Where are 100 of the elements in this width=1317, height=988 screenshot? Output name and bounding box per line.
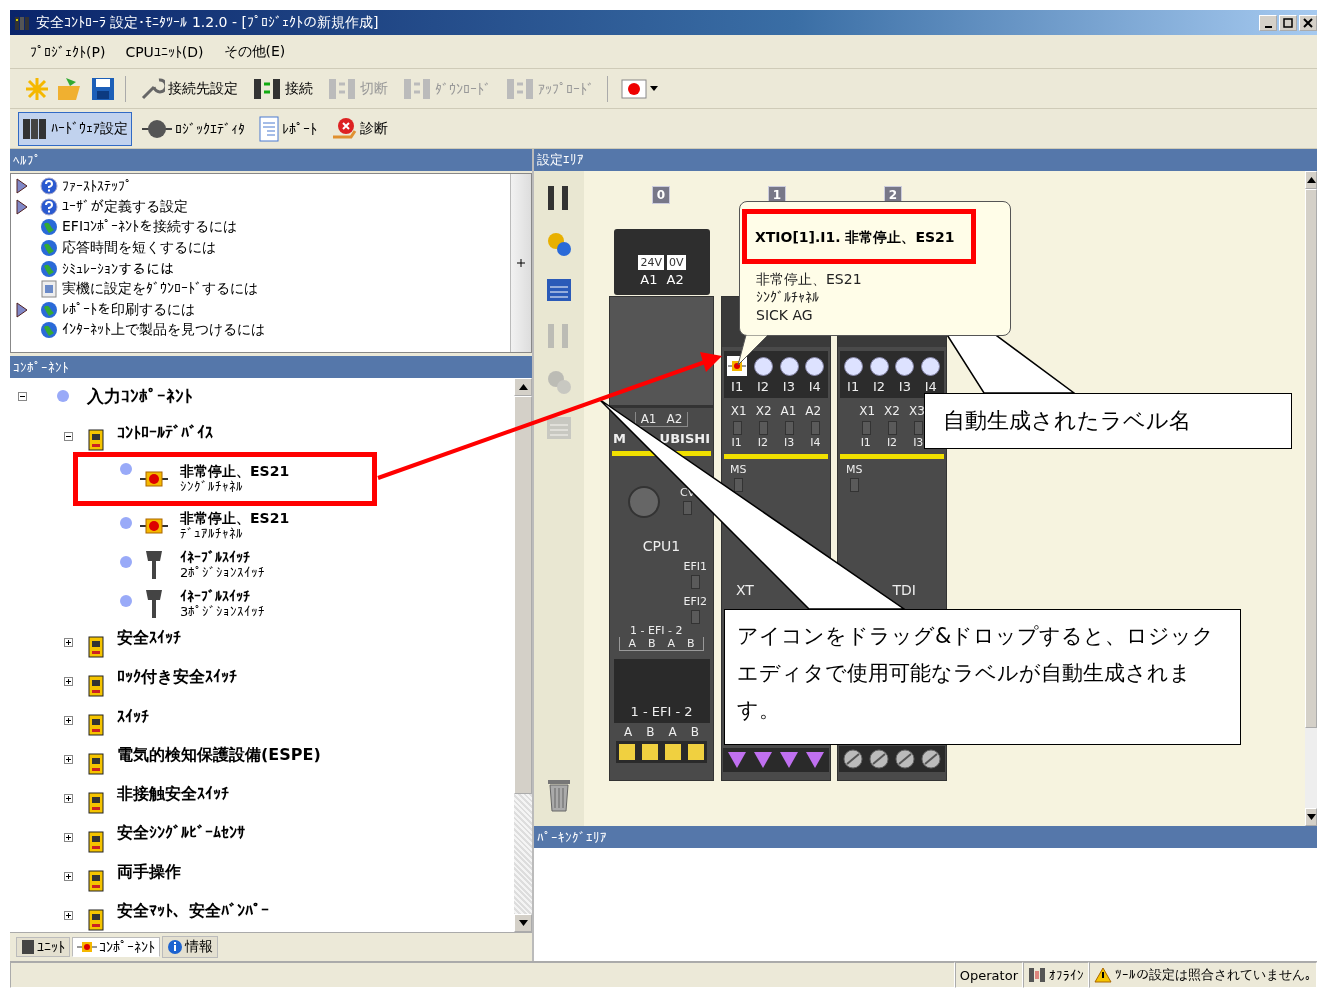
help-link[interactable]: ﾕｰｻﾞが定義する設定 [62,197,188,216]
emergency-stop-icon[interactable] [727,356,748,376]
panel-header: 設定ｴﾘｱ [534,149,1317,171]
input-label: I2 [756,379,770,394]
input-slot-icon[interactable] [895,356,915,376]
led-icon [810,421,820,435]
panel-tab[interactable]: ﾕﾆｯﾄ [16,937,70,957]
tree-item[interactable]: 安全ﾏｯﾄ、安全ﾊﾞﾝﾊﾟｰ [117,901,269,922]
expand-toggle[interactable] [64,833,73,842]
menu-item[interactable]: ﾌﾟﾛｼﾞｪｸﾄ(P) [22,43,114,60]
down-arrow-icon[interactable] [518,920,528,926]
led-icon [690,610,700,624]
scrollbar[interactable] [1305,171,1317,826]
close-button[interactable] [1299,14,1317,31]
maximize-button[interactable] [1279,14,1297,31]
tree-item[interactable]: 安全ｽｲｯﾁ [117,628,181,649]
expand-arrow-icon[interactable] [16,178,28,195]
emergency-stop-icon [140,469,168,489]
input-slot-icon[interactable] [779,356,799,376]
menu-item[interactable]: その他(E) [215,42,294,61]
close-icon [1303,17,1313,28]
help-link[interactable]: ｼﾐｭﾚｰｼｮﾝするには [62,260,174,277]
bullet-icon [120,517,132,529]
warning-icon [1094,967,1112,983]
led-icon [849,478,859,492]
tree-item[interactable]: 非接触安全ｽｲｯﾁ [117,784,229,805]
led-label: I2 [757,436,768,449]
led-label: I3 [913,436,924,449]
tree-item[interactable]: 両手操作 [117,862,181,883]
panel-tab[interactable]: ｺﾝﾎﾟｰﾈﾝﾄ [72,937,160,957]
terminal-label: B [647,637,656,650]
tree-item[interactable]: ｺﾝﾄﾛｰﾙﾃﾞﾊﾞｲｽ [117,422,213,442]
minimize-button[interactable] [1259,14,1277,31]
help-link[interactable]: 応答時間を短くするには [62,239,216,258]
expand-arrow-icon[interactable] [16,301,28,318]
tree-item[interactable]: 安全ｼﾝｸﾞﾙﾋﾞｰﾑｾﾝｻ [117,823,245,844]
terminal-label: X1 [730,404,747,418]
tree-item[interactable]: ｽｲｯﾁ [117,707,149,726]
output-terminal-icon [727,751,747,769]
view-tab[interactable]: ﾛｼﾞｯｸｴﾃﾞｨﾀ [138,114,249,143]
connector-icon [627,486,660,518]
terminal-label: X3 [908,404,925,418]
input-slot-icon[interactable] [805,356,825,376]
expand-toggle[interactable] [64,755,73,764]
expand-toggle[interactable] [64,677,73,686]
tree-item[interactable]: 入力ｺﾝﾎﾟｰﾈﾝﾄ [87,384,193,408]
tree-item[interactable]: 電気的検知保護設備(ESPE) [117,745,321,766]
bullet-icon [120,595,132,607]
led-icon [913,421,923,435]
up-arrow-icon[interactable] [518,384,528,390]
help-link[interactable]: ﾌｧｰｽﾄｽﾃｯﾌﾟ [62,178,132,195]
terminal-icon [619,744,635,760]
expand-toggle[interactable] [64,872,73,881]
save-icon[interactable] [90,75,116,102]
input-slot-icon[interactable] [921,356,941,376]
app-icon [14,14,32,31]
led-label: MS [846,463,863,476]
view-tab[interactable]: ﾊｰﾄﾞｳｪｱ設定 [18,111,132,146]
component-item[interactable]: 非常停止、ES21 ｼﾝｸﾞﾙﾁｬﾈﾙ [180,463,290,495]
up-arrow-icon[interactable] [1306,177,1316,183]
toolbar-button[interactable]: 接続 [248,72,317,105]
expand-toggle[interactable] [64,911,73,920]
input-slot-icon[interactable] [869,356,889,376]
caret-icon [650,85,658,92]
collapse-toggle[interactable] [18,391,27,401]
menu-item[interactable]: CPUﾕﾆｯﾄ(D) [117,43,212,60]
component-item[interactable]: ｲﾈｰﾌﾞﾙｽｲｯﾁ 2ﾎﾟｼﾞｼｮﾝｽｲｯﾁ [180,548,266,581]
info-icon [167,939,183,955]
maximize-icon [1283,17,1293,28]
document-icon [259,115,279,142]
scrollbar[interactable] [514,378,532,932]
led-icon [758,421,768,435]
expand-arrow-icon[interactable] [16,198,28,215]
help-link[interactable]: EFIｺﾝﾎﾟｰﾈﾝﾄを接続するには [62,218,238,237]
toolbar-button[interactable]: 接続先設定 [135,72,242,105]
component-item[interactable]: 非常停止、ES21 ﾃﾞｭｱﾙﾁｬﾈﾙ [180,509,290,542]
expand-toggle[interactable] [64,431,73,441]
expand-toggle[interactable] [64,638,73,647]
terminal-label: A2 [805,404,822,418]
component-item[interactable]: ｲﾈｰﾌﾞﾙｽｲｯﾁ 3ﾎﾟｼﾞｼｮﾝｽｲｯﾁ [180,587,266,620]
screw-terminal-icon [921,749,941,769]
expand-toggle[interactable] [64,716,73,725]
view-tab[interactable]: ﾚﾎﾟｰﾄ [255,112,321,145]
input-label: I4 [808,379,821,394]
view-tab[interactable]: 診断 [327,113,392,144]
input-slot-icon[interactable] [754,356,774,376]
tree-item[interactable]: ﾛｯｸ付き安全ｽｲｯﾁ [117,667,237,688]
help-link[interactable]: ﾚﾎﾟｰﾄを印刷するには [62,300,195,319]
slot-number: 0 [652,186,670,204]
input-slot-icon[interactable] [843,356,863,376]
help-link[interactable]: 実機に設定をﾀﾞｳﾝﾛｰﾄﾞするには [62,280,258,299]
led-icon [733,478,743,492]
down-arrow-icon[interactable] [1306,814,1316,820]
expand-toggle[interactable] [64,794,73,803]
help-link[interactable]: ｲﾝﾀｰﾈｯﾄ上で製品を見つけるには [62,321,265,340]
panel-tab[interactable]: 情報 [162,936,218,958]
led-label: I1 [731,436,742,449]
led-label: MS [730,463,747,476]
screw-terminal-icon [869,749,889,769]
emergency-stop-icon [140,515,168,536]
